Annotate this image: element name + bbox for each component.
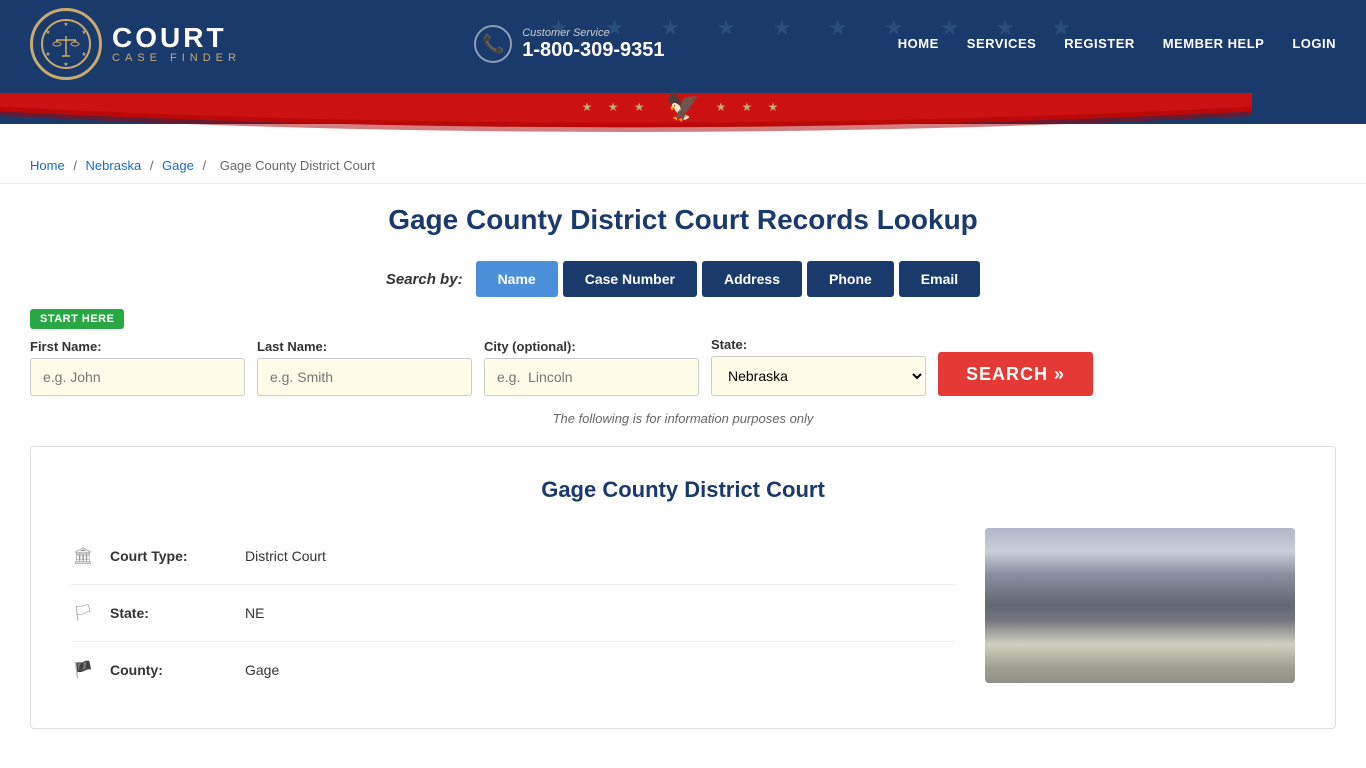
nav-login[interactable]: LOGIN bbox=[1292, 36, 1336, 53]
nav-home[interactable]: HOME bbox=[898, 36, 939, 53]
breadcrumb-home[interactable]: Home bbox=[30, 158, 65, 173]
svg-text:★: ★ bbox=[81, 51, 86, 58]
tab-phone[interactable]: Phone bbox=[807, 261, 894, 297]
court-info-box: Gage County District Court 🏛 Court Type:… bbox=[30, 446, 1336, 729]
last-name-input[interactable] bbox=[257, 358, 472, 396]
nav-services[interactable]: SERVICES bbox=[967, 36, 1037, 53]
svg-text:★: ★ bbox=[63, 21, 68, 28]
county-label: County: bbox=[110, 662, 230, 678]
phone-area: 📞 Customer Service 1-800-309-9351 bbox=[474, 25, 664, 63]
state-detail-value: NE bbox=[245, 605, 264, 621]
logo-sub-text: CASE FINDER bbox=[112, 52, 241, 64]
search-form-section: START HERE First Name: Last Name: City (… bbox=[30, 309, 1336, 396]
court-info-title: Gage County District Court bbox=[71, 477, 1295, 503]
tab-name[interactable]: Name bbox=[476, 261, 558, 297]
court-type-value: District Court bbox=[245, 548, 326, 564]
nav-member-help[interactable]: MEMBER HELP bbox=[1163, 36, 1265, 53]
breadcrumb-sep-2: / bbox=[150, 158, 157, 173]
phone-text: Customer Service 1-800-309-9351 bbox=[522, 27, 664, 62]
flag-icon: 🏳 bbox=[71, 603, 95, 623]
banner: ★ ★ ★ 🦅 ★ ★ ★ bbox=[0, 88, 1366, 148]
search-by-row: Search by: Name Case Number Address Phon… bbox=[30, 261, 1336, 297]
svg-text:★: ★ bbox=[81, 29, 86, 36]
state-group: State: Nebraska Alabama Alaska Arizona A… bbox=[711, 337, 926, 396]
tab-email[interactable]: Email bbox=[899, 261, 980, 297]
court-building-image bbox=[985, 528, 1295, 683]
svg-text:★: ★ bbox=[45, 29, 50, 36]
court-info-content: 🏛 Court Type: District Court 🏳 State: NE… bbox=[71, 528, 1295, 698]
breadcrumb-sep-1: / bbox=[73, 158, 80, 173]
state-row: 🏳 State: NE bbox=[71, 585, 955, 642]
logo-icon: ★ ★ ★ ★ ★ ★ bbox=[30, 8, 102, 80]
state-detail-label: State: bbox=[110, 605, 230, 621]
tab-case-number[interactable]: Case Number bbox=[563, 261, 697, 297]
tab-address[interactable]: Address bbox=[702, 261, 802, 297]
first-name-label: First Name: bbox=[30, 339, 245, 354]
phone-number: 1-800-309-9351 bbox=[522, 39, 664, 62]
customer-service-label: Customer Service bbox=[522, 27, 664, 39]
first-name-group: First Name: bbox=[30, 339, 245, 396]
start-here-badge: START HERE bbox=[30, 309, 124, 329]
svg-text:★: ★ bbox=[45, 51, 50, 58]
building-icon: 🏛 bbox=[71, 546, 95, 566]
last-name-group: Last Name: bbox=[257, 339, 472, 396]
eagle-icon: 🦅 bbox=[666, 90, 701, 123]
site-header: ★ ★ ★ ★ ★ ★ COURT CASE FINDER bbox=[0, 0, 1366, 88]
info-note: The following is for information purpose… bbox=[30, 411, 1336, 426]
court-type-row: 🏛 Court Type: District Court bbox=[71, 528, 955, 585]
main-nav: HOME SERVICES REGISTER MEMBER HELP LOGIN bbox=[898, 36, 1336, 53]
court-type-label: Court Type: bbox=[110, 548, 230, 564]
location-icon: 🏴 bbox=[71, 660, 95, 680]
eagle-center: ★ ★ ★ 🦅 ★ ★ ★ bbox=[582, 90, 785, 123]
stars-right: ★ ★ ★ bbox=[715, 100, 784, 114]
logo-text: COURT CASE FINDER bbox=[112, 24, 241, 64]
county-row: 🏴 County: Gage bbox=[71, 642, 955, 698]
state-select[interactable]: Nebraska Alabama Alaska Arizona Arkansas… bbox=[711, 356, 926, 396]
logo-area: ★ ★ ★ ★ ★ ★ COURT CASE FINDER bbox=[30, 8, 241, 80]
stars-left: ★ ★ ★ bbox=[582, 100, 651, 114]
county-value: Gage bbox=[245, 662, 279, 678]
city-group: City (optional): bbox=[484, 339, 699, 396]
last-name-label: Last Name: bbox=[257, 339, 472, 354]
city-label: City (optional): bbox=[484, 339, 699, 354]
search-by-label: Search by: bbox=[386, 271, 463, 288]
svg-text:★: ★ bbox=[63, 61, 68, 68]
page-title: Gage County District Court Records Looku… bbox=[30, 204, 1336, 236]
court-details: 🏛 Court Type: District Court 🏳 State: NE… bbox=[71, 528, 955, 698]
breadcrumb: Home / Nebraska / Gage / Gage County Dis… bbox=[0, 148, 1366, 184]
logo-court-text: COURT bbox=[112, 24, 241, 52]
breadcrumb-current: Gage County District Court bbox=[220, 158, 375, 173]
main-content: Gage County District Court Records Looku… bbox=[0, 184, 1366, 749]
first-name-input[interactable] bbox=[30, 358, 245, 396]
form-row: First Name: Last Name: City (optional): … bbox=[30, 337, 1336, 396]
nav-register[interactable]: REGISTER bbox=[1064, 36, 1134, 53]
state-label: State: bbox=[711, 337, 926, 352]
breadcrumb-gage[interactable]: Gage bbox=[162, 158, 194, 173]
breadcrumb-sep-3: / bbox=[202, 158, 209, 173]
search-button[interactable]: SEARCH » bbox=[938, 352, 1093, 396]
breadcrumb-nebraska[interactable]: Nebraska bbox=[86, 158, 142, 173]
city-input[interactable] bbox=[484, 358, 699, 396]
phone-icon: 📞 bbox=[474, 25, 512, 63]
